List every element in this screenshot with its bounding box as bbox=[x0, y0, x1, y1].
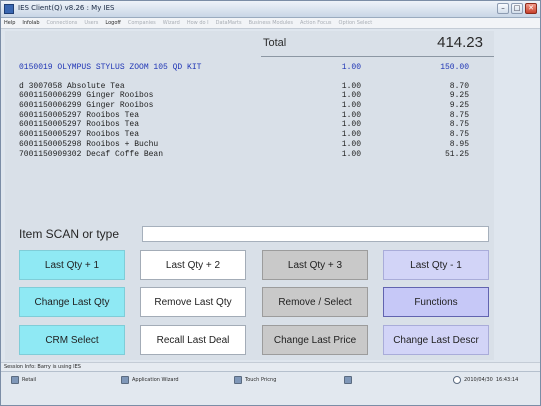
line-amount: 8.75 bbox=[449, 120, 469, 130]
menu-users[interactable]: Users bbox=[84, 20, 98, 26]
clock-time: 16:43:14 bbox=[495, 377, 519, 383]
line-amount: 8.75 bbox=[449, 110, 469, 120]
line-amount: 150.00 bbox=[440, 63, 469, 72]
scan-input[interactable] bbox=[142, 226, 489, 242]
line-amount: 9.25 bbox=[449, 91, 469, 101]
menu-wizard[interactable]: Wizard bbox=[163, 20, 180, 26]
sale-line[interactable]: 6001150005297 Rooibos Tea 1.00 8.75 bbox=[19, 130, 483, 140]
recall-last-deal-button[interactable]: Recall Last Deal bbox=[140, 325, 246, 355]
task-strip: Retail Application Wizard Touch Pricng 2… bbox=[1, 371, 540, 405]
line-description: 6001150005297 Rooibos Tea bbox=[19, 120, 140, 130]
sale-line[interactable]: 6001150005298 Rooibos + Buchu 1.00 8.95 bbox=[19, 140, 483, 150]
last-qty-plus-1-button[interactable]: Last Qty + 1 bbox=[19, 250, 125, 280]
menu-how-do-i[interactable]: How do I bbox=[187, 20, 209, 26]
close-button[interactable]: ✕ bbox=[525, 3, 537, 14]
line-qty: 1.00 bbox=[341, 101, 361, 111]
line-qty: 1.00 bbox=[341, 130, 361, 140]
sale-line-current[interactable]: 0150019 OLYMPUS STYLUS ZOOM 105 QD KIT 1… bbox=[19, 63, 483, 73]
title-bar: IES Client(Q) v8.26 : My IES – □ ✕ bbox=[1, 1, 540, 18]
task-refresh[interactable] bbox=[344, 376, 352, 384]
total-label: Total bbox=[263, 37, 287, 49]
session-info: Session Info: Barry is using IES bbox=[1, 362, 540, 371]
task-touch-pricing-label: Touch Pricng bbox=[245, 377, 277, 383]
clock: 2010/04/30 16:43:14 bbox=[453, 376, 518, 384]
line-qty: 1.00 bbox=[341, 139, 361, 149]
task-retail[interactable]: Retail bbox=[11, 376, 36, 384]
line-amount: 8.75 bbox=[449, 130, 469, 140]
clock-icon bbox=[453, 376, 461, 384]
menu-help[interactable]: Help bbox=[4, 20, 15, 26]
line-amount: 51.25 bbox=[444, 149, 469, 159]
line-description: 6001150005297 Rooibos Tea bbox=[19, 110, 140, 120]
menu-connections[interactable]: Connections bbox=[47, 20, 78, 26]
remove-select-button[interactable]: Remove / Select bbox=[262, 287, 368, 317]
line-amount: 8.95 bbox=[449, 139, 469, 149]
change-last-descr-button[interactable]: Change Last Descr bbox=[383, 325, 489, 355]
menu-option-select[interactable]: Option Select bbox=[339, 20, 373, 26]
remove-last-qty-button[interactable]: Remove Last Qty bbox=[140, 287, 246, 317]
clock-date: 2010/04/30 bbox=[464, 377, 493, 383]
app-icon bbox=[4, 4, 14, 14]
minimize-button[interactable]: – bbox=[497, 3, 509, 14]
last-qty-minus-1-button[interactable]: Last Qty - 1 bbox=[383, 250, 489, 280]
functions-button[interactable]: Functions bbox=[383, 287, 489, 317]
line-qty: 1.00 bbox=[341, 110, 361, 120]
pos-panel: Total 414.23 0150019 OLYMPUS STYLUS ZOOM… bbox=[5, 31, 494, 360]
sale-line[interactable]: 6001150006299 Ginger Rooibos 1.00 9.25 bbox=[19, 101, 483, 111]
window-title: IES Client(Q) v8.26 : My IES bbox=[18, 4, 115, 12]
task-retail-label: Retail bbox=[22, 377, 37, 383]
line-description: 7001150909302 Decaf Coffe Bean bbox=[19, 149, 164, 159]
last-qty-plus-2-button[interactable]: Last Qty + 2 bbox=[140, 250, 246, 280]
line-description: 6001150006299 Ginger Rooibos bbox=[19, 91, 154, 101]
line-qty: 1.00 bbox=[341, 91, 361, 101]
change-last-price-button[interactable]: Change Last Price bbox=[262, 325, 368, 355]
line-qty: 1.00 bbox=[341, 149, 361, 159]
maximize-button[interactable]: □ bbox=[511, 3, 523, 14]
line-description: 6001150005297 Rooibos Tea bbox=[19, 130, 140, 140]
retail-icon bbox=[11, 376, 19, 384]
line-description: 6001150005298 Rooibos + Buchu bbox=[19, 139, 159, 149]
task-touch-pricing[interactable]: Touch Pricng bbox=[234, 376, 276, 384]
line-amount: 9.25 bbox=[449, 101, 469, 111]
scan-label: Item SCAN or type bbox=[19, 227, 120, 241]
menu-companies[interactable]: Companies bbox=[128, 20, 156, 26]
crm-select-button[interactable]: CRM Select bbox=[19, 325, 125, 355]
menu-business-modules[interactable]: Business Modules bbox=[249, 20, 293, 26]
line-qty: 1.00 bbox=[341, 63, 361, 72]
line-qty: 1.00 bbox=[341, 81, 361, 91]
menu-bar: Help Infolab Connections Users Logoff Co… bbox=[1, 18, 540, 29]
line-description: 6001150006299 Ginger Rooibos bbox=[19, 101, 154, 111]
task-application-wizard[interactable]: Application Wizard bbox=[121, 376, 179, 384]
change-last-qty-button[interactable]: Change Last Qty bbox=[19, 287, 125, 317]
sale-line[interactable]: d 3007058 Absolute Tea 1.00 8.70 bbox=[19, 82, 483, 92]
app-window: IES Client(Q) v8.26 : My IES – □ ✕ Help … bbox=[0, 0, 541, 406]
window-controls: – □ ✕ bbox=[497, 3, 537, 14]
total-value: 414.23 bbox=[437, 34, 483, 51]
last-qty-plus-3-button[interactable]: Last Qty + 3 bbox=[262, 250, 368, 280]
wizard-icon bbox=[121, 376, 129, 384]
menu-action-focus[interactable]: Action Focus bbox=[300, 20, 332, 26]
line-qty: 1.00 bbox=[341, 120, 361, 130]
menu-datamarts[interactable]: DataMarts bbox=[216, 20, 242, 26]
sale-line[interactable]: 6001150005297 Rooibos Tea 1.00 8.75 bbox=[19, 120, 483, 130]
sale-lines: 0150019 OLYMPUS STYLUS ZOOM 105 QD KIT 1… bbox=[19, 63, 483, 159]
task-app-wizard-label: Application Wizard bbox=[132, 377, 179, 383]
menu-logoff[interactable]: Logoff bbox=[105, 20, 120, 26]
menu-infolab[interactable]: Infolab bbox=[22, 20, 39, 26]
sale-line[interactable]: 7001150909302 Decaf Coffe Bean 1.00 51.2… bbox=[19, 150, 483, 160]
sale-line[interactable]: 6001150005297 Rooibos Tea 1.00 8.75 bbox=[19, 111, 483, 121]
line-description: d 3007058 Absolute Tea bbox=[19, 81, 125, 91]
line-description: 0150019 OLYMPUS STYLUS ZOOM 105 QD KIT bbox=[19, 63, 202, 72]
line-amount: 8.70 bbox=[449, 81, 469, 91]
total-divider bbox=[261, 56, 494, 57]
touch-pricing-icon bbox=[234, 376, 242, 384]
refresh-icon bbox=[344, 376, 352, 384]
sale-line[interactable]: 6001150006299 Ginger Rooibos 1.00 9.25 bbox=[19, 91, 483, 101]
